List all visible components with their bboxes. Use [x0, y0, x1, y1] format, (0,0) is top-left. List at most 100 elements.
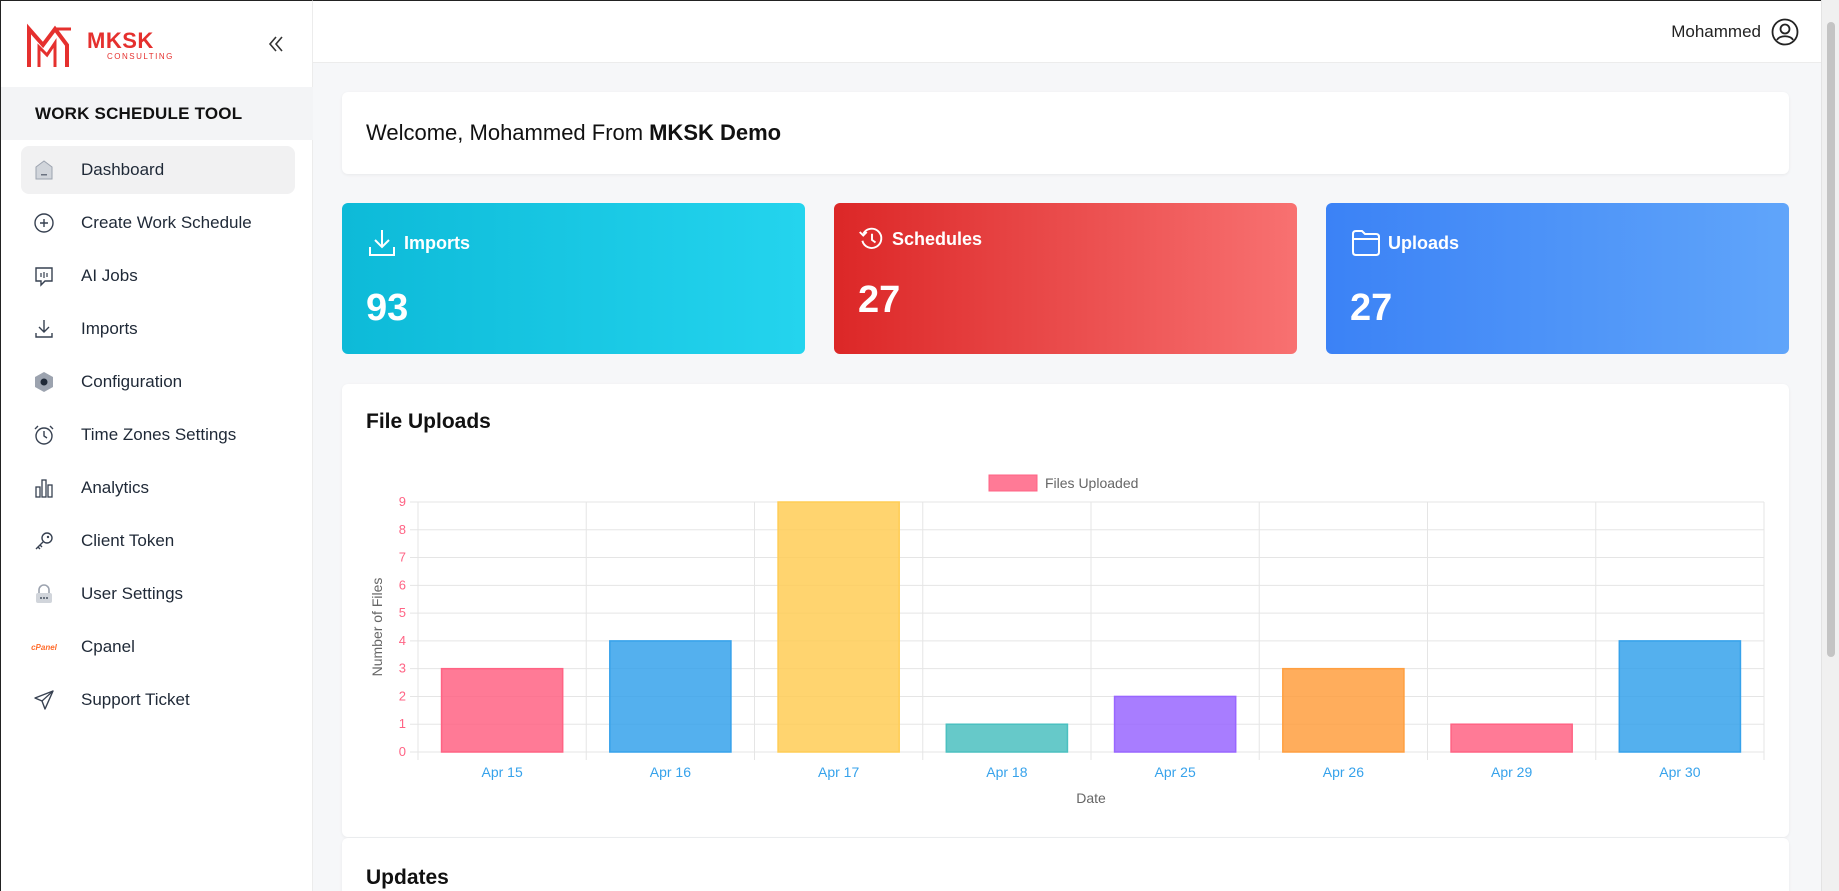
sidebar-item-label: Configuration	[81, 372, 183, 391]
legend-label: Files Uploaded	[1045, 475, 1138, 491]
mksk-logo-icon	[27, 23, 71, 67]
bar	[1113, 695, 1237, 753]
file-uploads-bar-chart: 0 1 2 3 4 5 6 7 8 9 Apr 15 Apr 16 Apr 17 Apr 18 Apr 25…	[369, 474, 1765, 806]
sidebar-nav: Dashboard Create Work Schedule AI Jobs I…	[21, 146, 295, 729]
x-tick-label: Apr 17	[818, 764, 859, 780]
download-icon	[33, 318, 55, 340]
home-icon	[33, 159, 55, 181]
bar	[1282, 667, 1405, 753]
schedules-card-label: Schedules	[892, 228, 983, 249]
sidebar-item-label: Create Work Schedule	[81, 213, 252, 232]
x-tick-label: Apr 18	[986, 764, 1027, 780]
y-tick-label: 3	[399, 661, 406, 676]
schedules-card-header: Schedules	[858, 225, 982, 253]
chat-bubble-icon	[33, 265, 55, 287]
sidebar-item-dashboard[interactable]: Dashboard	[21, 146, 295, 194]
tray-download-icon	[369, 230, 395, 256]
uploads-card-header: Uploads	[1350, 227, 1459, 259]
sidebar-item-analytics[interactable]: Analytics	[21, 464, 295, 512]
x-axis-title: Date	[1076, 790, 1106, 806]
welcome-text: Welcome, Mohammed From	[366, 120, 644, 145]
user-menu[interactable]: Mohammed	[1671, 18, 1799, 46]
organization-name: MKSK Demo	[649, 120, 782, 145]
y-tick-label: 0	[399, 744, 406, 759]
x-tick-label: Apr 25	[1155, 764, 1196, 780]
bar	[440, 667, 564, 753]
sidebar-item-create-work-schedule[interactable]: Create Work Schedule	[21, 199, 295, 247]
uploads-card-value: 27	[1350, 287, 1393, 329]
logo-wordmark: MKSK	[87, 28, 154, 53]
y-axis-title: Number of Files	[369, 578, 385, 677]
y-tick-label: 7	[399, 550, 406, 565]
sidebar-item-label: AI Jobs	[81, 266, 138, 285]
bar	[1450, 723, 1573, 753]
plus-circle-icon	[33, 212, 55, 234]
welcome-banner: Welcome, Mohammed From MKSK Demo	[342, 92, 1789, 174]
double-chevron-left-icon	[268, 36, 283, 52]
bar	[609, 640, 732, 753]
legend-swatch	[988, 474, 1038, 492]
sidebar-item-support-ticket[interactable]: Support Ticket	[21, 676, 295, 724]
x-tick-label: Apr 30	[1659, 764, 1700, 780]
alarm-clock-icon	[33, 424, 55, 446]
sidebar-item-time-zones-settings[interactable]: Time Zones Settings	[21, 411, 295, 459]
collapse-sidebar-button[interactable]	[263, 31, 289, 57]
lock-icon	[33, 583, 55, 605]
scrollbar-thumb[interactable]	[1827, 22, 1835, 657]
sidebar-item-user-settings[interactable]: User Settings	[21, 570, 295, 618]
sidebar-item-label: User Settings	[81, 584, 184, 603]
brand-logo[interactable]: MKSK CONSULTING	[25, 23, 174, 69]
key-icon	[33, 530, 55, 552]
sidebar-item-label: Time Zones Settings	[81, 425, 237, 444]
schedules-card-value: 27	[858, 279, 901, 321]
tool-title: WORK SCHEDULE TOOL	[1, 87, 313, 140]
hexagon-icon	[33, 371, 55, 393]
sidebar-item-imports[interactable]: Imports	[21, 305, 295, 353]
y-tick-label: 5	[399, 605, 406, 620]
y-tick-label: 1	[399, 716, 406, 731]
sidebar-item-client-token[interactable]: Client Token	[21, 517, 295, 565]
logo-tagline: CONSULTING	[107, 52, 174, 61]
y-tick-label: 8	[399, 522, 406, 537]
sidebar-item-configuration[interactable]: Configuration	[21, 358, 295, 406]
bar	[945, 723, 1069, 753]
uploads-card-label: Uploads	[1388, 232, 1460, 253]
imports-card-header: Imports	[366, 227, 470, 259]
sidebar-item-label: Client Token	[81, 531, 175, 550]
top-bar: Mohammed	[313, 0, 1821, 63]
updates-panel: Updates	[342, 838, 1789, 891]
sidebar: MKSK CONSULTING WORK SCHEDULE TOOL Dashb…	[0, 0, 313, 891]
bar-chart-icon	[33, 477, 55, 499]
bar	[1618, 640, 1742, 753]
y-tick-label: 9	[399, 494, 406, 509]
imports-card-label: Imports	[404, 232, 471, 253]
updates-title: Updates	[366, 866, 449, 889]
y-tick-label: 6	[399, 577, 406, 592]
y-tick-label: 4	[399, 633, 406, 648]
y-tick-label: 2	[399, 688, 406, 703]
sidebar-item-ai-jobs[interactable]: AI Jobs	[21, 252, 295, 300]
sidebar-item-label: Cpanel	[81, 637, 135, 656]
imports-card-value: 93	[366, 287, 409, 329]
imports-stat-card[interactable]: Imports 93	[342, 203, 805, 354]
sidebar-item-label: Analytics	[81, 478, 150, 497]
file-uploads-panel: File Uploads 0 1 2 3 4 5 6 7 8 9 Apr 15 Apr 16 Apr 1…	[342, 384, 1789, 837]
uploads-stat-card[interactable]: Uploads 27	[1326, 203, 1789, 354]
x-tick-label: Apr 15	[482, 764, 523, 780]
bar	[777, 501, 900, 753]
sidebar-item-label: Support Ticket	[81, 690, 190, 709]
sidebar-item-label: Imports	[81, 319, 138, 338]
x-tick-label: Apr 16	[650, 764, 691, 780]
folder-icon	[1352, 230, 1380, 256]
x-tick-label: Apr 29	[1491, 764, 1532, 780]
paper-plane-icon	[33, 689, 55, 711]
cpanel-logo-icon: cPanel	[31, 642, 57, 652]
sidebar-item-cpanel[interactable]: cPanel Cpanel	[21, 623, 295, 671]
user-name: Mohammed	[1671, 22, 1761, 41]
schedules-stat-card[interactable]: Schedules 27	[834, 203, 1297, 354]
user-avatar-icon	[1771, 18, 1799, 46]
clock-history-icon	[859, 227, 883, 249]
x-tick-label: Apr 26	[1323, 764, 1364, 780]
page-scrollbar[interactable]	[1821, 0, 1839, 891]
sidebar-item-label: Dashboard	[81, 160, 165, 179]
